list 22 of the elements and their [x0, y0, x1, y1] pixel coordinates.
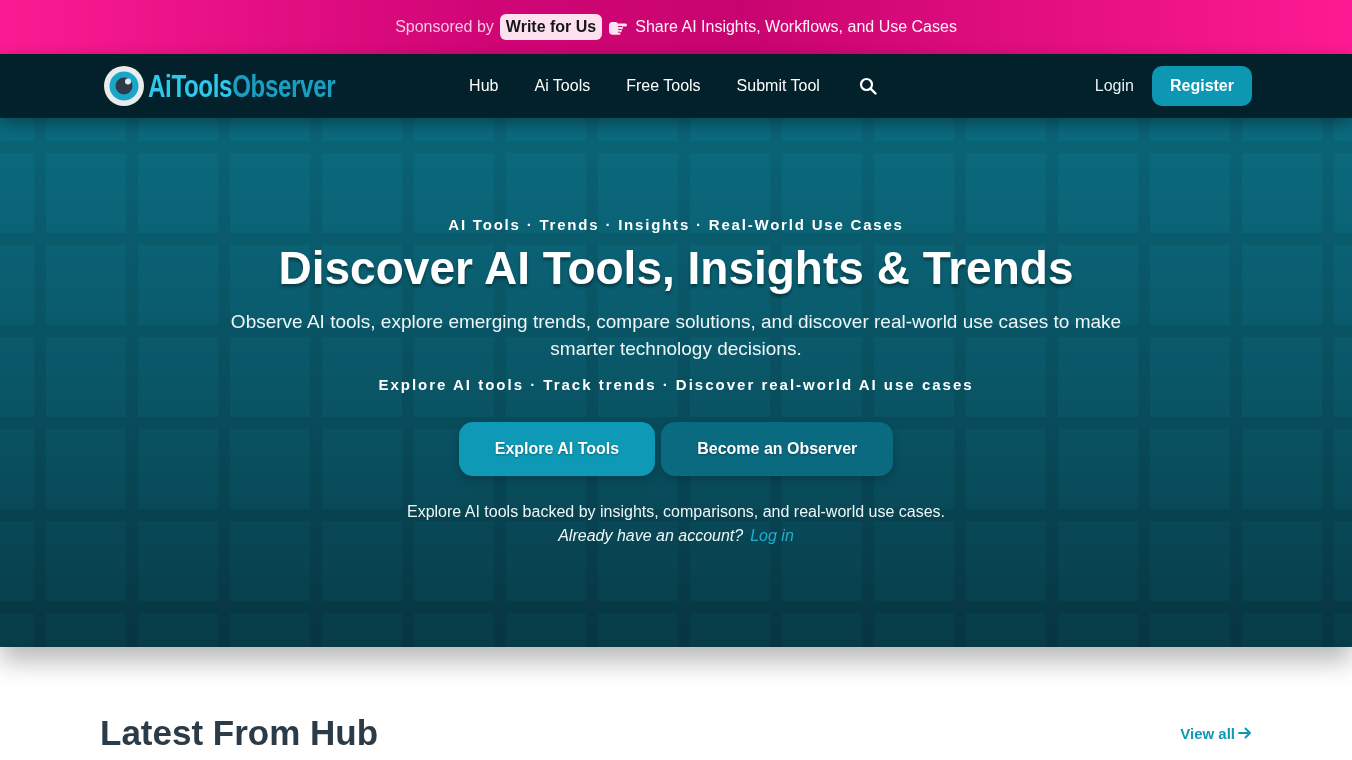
become-observer-button[interactable]: Become an Observer — [661, 422, 894, 476]
account-prompt: Already have an account? — [558, 526, 744, 546]
section-heading: Latest From Hub — [100, 713, 379, 753]
hero-tagline: AI Tools · Trends · Insights · Real-World Use Cases — [448, 215, 904, 235]
sponsored-by-label: Sponsored by — [395, 18, 494, 36]
search-icon[interactable] — [858, 77, 877, 95]
login-link[interactable]: Login — [1094, 77, 1134, 95]
log-in-link[interactable]: Log in — [750, 524, 794, 548]
nav-link[interactable]: Free Tools — [626, 77, 701, 95]
nav-link[interactable]: Hub — [469, 77, 499, 95]
nav-link[interactable]: Submit Tool — [736, 77, 820, 95]
arrow-right-icon — [1238, 726, 1252, 740]
sponsor-message: Share AI Insights, Workflows, and Use Cases — [635, 18, 957, 36]
write-for-us-link[interactable]: Write for Us — [499, 14, 603, 40]
eye-logo-icon[interactable] — [104, 66, 144, 106]
hero-description: Observe AI tools, explore emerging trends, compare solutions, and discover real-world use cases to make smarter technology decisions. — [229, 310, 1123, 361]
pointing-hand-icon — [608, 19, 628, 35]
hero-note: Explore AI tools backed by insights, comparisons, and real-world use cases. — [406, 502, 945, 522]
logo-wordmark[interactable]: AiToolsObserver — [148, 70, 336, 102]
hero-heading: Discover AI Tools, Insights & Trends — [278, 241, 1074, 296]
hero-highlights: Explore AI tools · Track trends · Discover real-world AI use cases — [378, 375, 974, 395]
nav-link[interactable]: Ai Tools — [534, 77, 591, 95]
